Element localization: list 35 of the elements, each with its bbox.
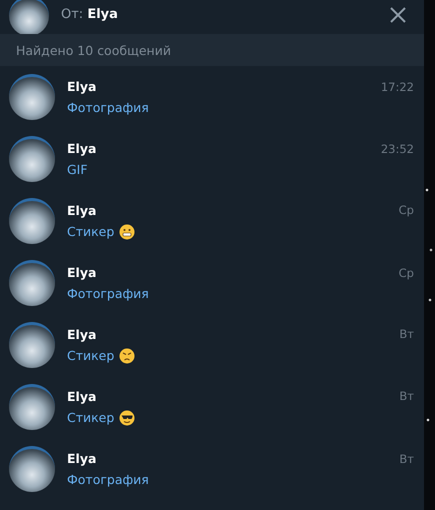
sender-name: Elya: [67, 141, 96, 156]
grimace-face-icon: [119, 224, 136, 240]
message-preview: Фотография: [67, 100, 149, 115]
sender-filter-label: От: Elya: [61, 7, 119, 22]
avatar-photo: [9, 74, 55, 120]
message-time: Ср: [398, 203, 414, 217]
message-preview: GIF: [67, 162, 88, 177]
sender-name: Elya: [67, 202, 96, 218]
avatar-photo: [9, 446, 55, 492]
message-time: 17:22: [380, 80, 414, 94]
sender-name: Elya: [67, 326, 96, 342]
sender-name: Elya: [67, 388, 96, 404]
message-preview: Стикер: [67, 410, 114, 425]
sunglasses-face-icon: [119, 410, 136, 426]
angry-face-icon: [119, 348, 136, 364]
message-time: Вт: [399, 389, 414, 403]
avatar-photo: [9, 136, 55, 182]
avatar-photo: [9, 198, 55, 244]
message-preview: Стикер: [67, 348, 114, 363]
message-time: Ср: [398, 266, 414, 280]
message-time: 23:52: [380, 142, 414, 156]
sender-name: Elya: [67, 451, 96, 466]
sender-name: Elya: [67, 265, 96, 280]
avatar-photo: [9, 0, 49, 34]
avatar-photo: [9, 322, 55, 368]
close-button[interactable]: [390, 7, 406, 23]
message-time: Вт: [399, 327, 414, 341]
message-preview: Стикер: [67, 224, 114, 239]
message-time: Вт: [399, 452, 414, 466]
sender-name: Elya: [67, 79, 96, 94]
results-count-bar: Найдено 10 сообщений: [0, 34, 424, 66]
avatar-photo: [9, 384, 55, 430]
avatar-photo: [9, 260, 55, 306]
message-preview: Фотография: [67, 472, 149, 487]
message-preview: Фотография: [67, 286, 149, 301]
